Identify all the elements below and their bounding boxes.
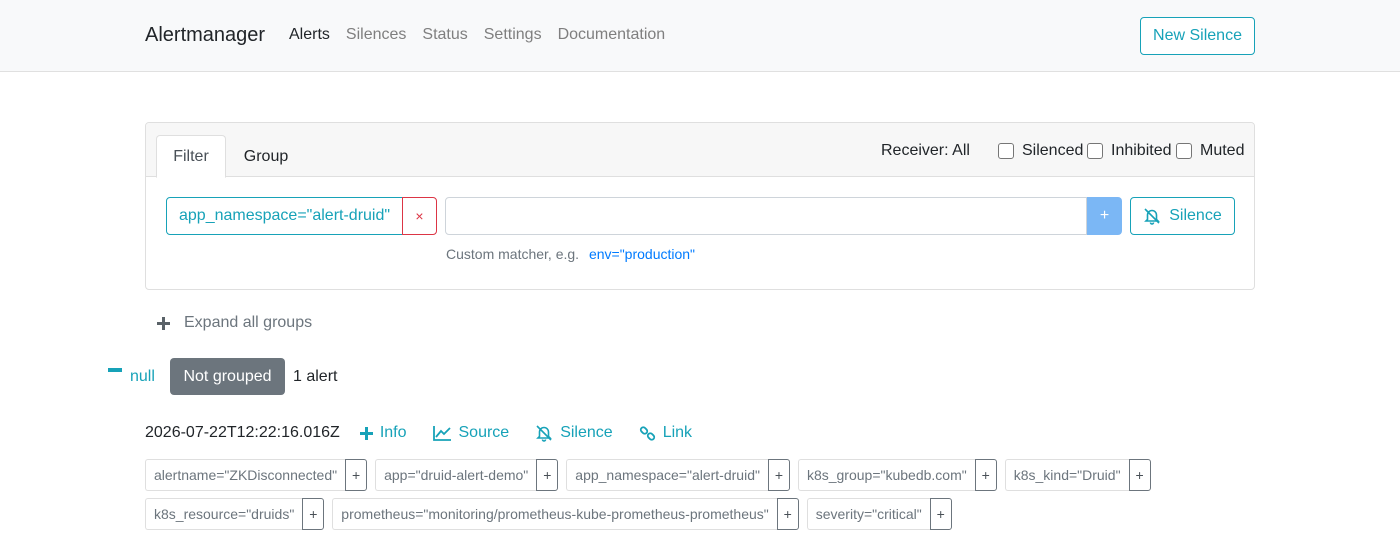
custom-matcher-input[interactable] xyxy=(445,197,1087,235)
checkbox-label: Inhibited xyxy=(1111,142,1172,159)
label-text: app_namespace="alert-druid" xyxy=(566,459,768,491)
label-text: severity="critical" xyxy=(806,498,930,530)
alert-silence-label: Silence xyxy=(560,424,613,441)
alert-label: k8s_resource="druids" + xyxy=(145,498,325,530)
muted-checkbox[interactable]: Muted xyxy=(1176,142,1244,160)
remove-matcher-button[interactable]: × xyxy=(402,197,437,235)
alert-info-label: Info xyxy=(379,424,407,441)
hint-example: env="production" xyxy=(588,246,696,262)
navbar: Alertmanager Alerts Silences Status Sett… xyxy=(0,0,1400,72)
nav-alerts[interactable]: Alerts xyxy=(289,26,330,44)
silence-filter-label: Silence xyxy=(1169,207,1222,224)
checkbox-box[interactable] xyxy=(1087,143,1103,159)
group-badge: Not grouped xyxy=(170,358,285,395)
group-name[interactable]: null xyxy=(130,368,155,386)
add-label-filter-button[interactable]: + xyxy=(302,498,325,530)
bell-slash-icon xyxy=(535,424,553,442)
alert-label: k8s_kind="Druid" + xyxy=(1004,459,1151,491)
matcher-pill[interactable]: app_namespace="alert-druid" xyxy=(166,197,403,235)
nav-settings[interactable]: Settings xyxy=(484,26,542,44)
alert-label: prometheus="monitoring/prometheus-kube-p… xyxy=(332,498,799,530)
alert-link-label: Link xyxy=(662,424,693,441)
label-text: app="druid-alert-demo" xyxy=(375,459,537,491)
inhibited-checkbox[interactable]: Inhibited xyxy=(1087,142,1172,160)
silenced-checkbox[interactable]: Silenced xyxy=(998,142,1083,160)
hint-text: Custom matcher, e.g. xyxy=(446,246,580,262)
add-label-filter-button[interactable]: + xyxy=(536,459,559,491)
alert-label: app_namespace="alert-druid" + xyxy=(566,459,790,491)
nav-links: Alerts Silences Status Settings Document… xyxy=(289,26,665,44)
tab-group[interactable]: Group xyxy=(233,135,299,178)
add-label-filter-button[interactable]: + xyxy=(1128,459,1151,491)
nav-silences[interactable]: Silences xyxy=(346,26,406,44)
silence-filter-button[interactable]: Silence xyxy=(1130,197,1235,235)
add-label-filter-button[interactable]: + xyxy=(776,498,799,530)
checkbox-box[interactable] xyxy=(998,143,1014,159)
alert-label: k8s_group="kubedb.com" + xyxy=(797,459,997,491)
alert-info-button[interactable]: Info xyxy=(359,424,407,442)
tab-filter[interactable]: Filter xyxy=(156,135,226,178)
alert-label: alertname="ZKDisconnected" + xyxy=(145,459,368,491)
add-label-filter-button[interactable]: + xyxy=(974,459,997,491)
new-silence-button[interactable]: New Silence xyxy=(1140,17,1255,55)
alert-header: 2026-07-22T12:22:16.016Z Info Source Sil… xyxy=(145,424,718,442)
label-text: k8s_resource="druids" xyxy=(145,498,303,530)
collapse-group-icon[interactable] xyxy=(108,368,122,372)
matcher-hint: Custom matcher, e.g. env="production" xyxy=(446,246,695,262)
add-label-filter-button[interactable]: + xyxy=(929,498,952,530)
expand-all-groups-button[interactable]: Expand all groups xyxy=(157,314,312,332)
group-alert-count: 1 alert xyxy=(293,368,338,385)
label-text: prometheus="monitoring/prometheus-kube-p… xyxy=(332,498,777,530)
filter-card: Filter Group Receiver: All Silenced Inhi… xyxy=(145,122,1255,290)
plus-icon xyxy=(157,316,170,330)
brand-title[interactable]: Alertmanager xyxy=(145,24,265,47)
alert-silence-button[interactable]: Silence xyxy=(535,424,613,442)
alert-link-button[interactable]: Link xyxy=(639,424,692,442)
alert-source-link[interactable]: Source xyxy=(432,424,510,442)
checkbox-label: Muted xyxy=(1200,142,1245,159)
plus-icon xyxy=(359,426,373,440)
label-text: k8s_group="kubedb.com" xyxy=(797,459,975,491)
nav-documentation[interactable]: Documentation xyxy=(558,26,666,44)
alert-label: app="druid-alert-demo" + xyxy=(375,459,559,491)
label-text: alertname="ZKDisconnected" xyxy=(145,459,346,491)
alert-label: severity="critical" + xyxy=(806,498,952,530)
expand-all-label: Expand all groups xyxy=(184,314,313,331)
checkbox-label: Silenced xyxy=(1022,142,1084,159)
link-icon xyxy=(639,425,656,442)
chart-line-icon xyxy=(432,425,452,441)
alert-timestamp: 2026-07-22T12:22:16.016Z xyxy=(145,424,340,441)
bell-slash-icon xyxy=(1143,207,1161,225)
add-label-filter-button[interactable]: + xyxy=(767,459,790,491)
alert-source-label: Source xyxy=(458,424,510,441)
alert-labels-row-1: alertname="ZKDisconnected" + app="druid-a… xyxy=(145,459,1151,491)
add-matcher-button[interactable]: + xyxy=(1087,197,1122,235)
label-text: k8s_kind="Druid" xyxy=(1004,459,1129,491)
receiver-select[interactable]: Receiver: All xyxy=(881,142,970,160)
nav-status[interactable]: Status xyxy=(422,26,467,44)
alert-labels-row-2: k8s_resource="druids" + prometheus="monit… xyxy=(145,498,952,530)
checkbox-box[interactable] xyxy=(1176,143,1192,159)
add-label-filter-button[interactable]: + xyxy=(345,459,368,491)
